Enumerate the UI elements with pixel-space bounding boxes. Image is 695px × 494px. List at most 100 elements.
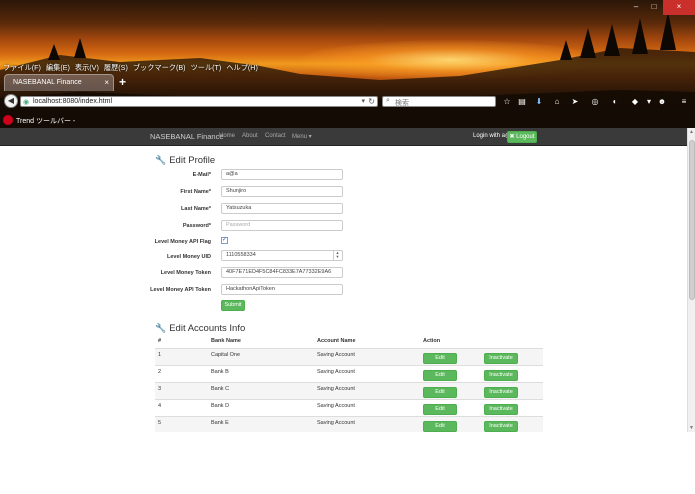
menu-history[interactable]: 履歴(S) [104,62,128,73]
menu-bookmarks[interactable]: ブックマーク(B) [133,62,186,73]
search-bar[interactable]: ⌕ 検索 [382,96,496,107]
uid-stepper[interactable]: ▲ ▼ [333,251,341,260]
url-text: localhost:8080/index.html [33,98,112,105]
close-window-button[interactable]: × [663,0,695,15]
api-token-field[interactable]: HackathonApiToken [221,284,343,295]
account-name: Saving Account [317,352,355,358]
profile-icon[interactable]: ☻ [657,97,667,107]
first-name-label: First Name* [180,189,211,195]
nav-menu-dropdown[interactable]: Menu ▾ [292,133,312,140]
row-number: 3 [158,386,162,392]
col-header-bank: Bank Name [211,338,241,344]
edit-button[interactable]: Edit [423,421,457,432]
sync-icon[interactable]: ◐ [610,97,620,107]
tab-title: NASEBANAL Finance [13,79,82,86]
trend-toolbar-label[interactable]: Trend ツールバー - [16,116,75,126]
address-bar[interactable]: ◉ localhost:8080/index.html ▾ ↻ [20,96,378,107]
edit-button[interactable]: Edit [423,353,457,364]
uid-field[interactable]: 1110558334 [221,250,343,261]
row-number: 2 [158,369,162,375]
web-page: NASEBANAL Finance Home About Contact Men… [0,128,687,432]
send-icon[interactable]: ➤ [570,97,580,107]
api-flag-checkbox[interactable]: ✓ [221,237,228,244]
edit-button[interactable]: Edit [423,404,457,415]
trend-toolbar: Trend ツールバー - [0,113,695,127]
scroll-thumb[interactable] [689,140,695,300]
email-label: E-Mail* [192,172,211,178]
maximize-button[interactable]: □ [645,0,663,15]
browser-tab[interactable]: NASEBANAL Finance × [4,74,114,91]
home-icon[interactable]: ⌂ [552,97,562,107]
inactivate-button[interactable]: Inactivate [484,421,518,432]
brand-link[interactable]: NASEBANAL Finance [150,132,224,141]
api-flag-label: Level Money API Flag [154,239,211,245]
edit-accounts-heading: Edit Accounts Info [169,323,246,334]
account-name: Saving Account [317,369,355,375]
edit-button[interactable]: Edit [423,370,457,381]
account-name: Saving Account [317,420,355,426]
page-scrollbar[interactable]: ▲ ▼ [687,128,695,432]
password-label: Password* [182,223,211,229]
new-tab-button[interactable]: + [119,75,126,89]
tab-close-icon[interactable]: × [104,78,109,87]
email-field[interactable]: a@a [221,169,343,180]
search-icon: ⌕ [386,97,390,104]
nav-home[interactable]: Home [219,133,235,139]
api-token-label: Level Money API Token [150,287,211,293]
extension-dropdown-icon[interactable]: ▾ [644,97,654,107]
last-name-field[interactable]: Yatsuzuka [221,203,343,214]
clipboard-icon[interactable]: ▤ [517,97,527,107]
token-field[interactable]: 40F7E71ED4F5C84FC833E7A77332E9A6 [221,267,343,278]
reload-icon[interactable]: ↻ [368,97,375,106]
bank-name: Bank E [211,420,229,426]
back-arrow-icon[interactable]: ◀ [4,94,18,108]
table-row: 1 Capital One Saving Account Edit Inacti… [155,348,543,365]
uid-label: Level Money UID [166,254,211,260]
row-number: 4 [158,403,162,409]
trend-logo-icon [3,115,13,125]
nav-about[interactable]: About [242,133,258,139]
scroll-up-arrow-icon[interactable]: ▲ [689,129,694,135]
bank-name: Bank D [211,403,230,409]
submit-button[interactable]: Submit [221,300,245,311]
menu-view[interactable]: 表示(V) [75,62,99,73]
bank-name: Bank B [211,369,229,375]
url-dropdown-icon[interactable]: ▾ [361,97,365,105]
edit-button[interactable]: Edit [423,387,457,398]
first-name-field[interactable]: Shunjiro [221,186,343,197]
menu-help[interactable]: ヘルプ(H) [226,62,258,73]
extension-icon[interactable]: ◆ [630,97,640,107]
inactivate-button[interactable]: Inactivate [484,387,518,398]
edit-accounts-title: 🔧 Edit Accounts Info [155,323,245,334]
edit-profile-title: 🔧 Edit Profile [155,155,215,166]
account-name: Saving Account [317,386,355,392]
nav-contact[interactable]: Contact [265,133,286,139]
col-header-number: # [158,338,162,344]
col-header-action: Action [423,338,441,344]
table-row: 5 Bank E Saving Account Edit Inactivate [155,416,543,432]
inactivate-button[interactable]: Inactivate [484,370,518,381]
bookmark-star-icon[interactable]: ☆ [502,97,512,107]
password-field[interactable]: Password [221,220,343,231]
col-header-account: Account Name [317,338,356,344]
logout-button[interactable]: ✖ Logout [507,131,537,143]
menu-tools[interactable]: ツール(T) [191,62,222,73]
app-navbar: NASEBANAL Finance Home About Contact Men… [0,128,687,146]
download-icon[interactable]: ⬇ [534,97,544,107]
inactivate-button[interactable]: Inactivate [484,353,518,364]
menu-edit[interactable]: 編集(E) [46,62,70,73]
table-row: 4 Bank D Saving Account Edit Inactivate [155,399,543,416]
token-label: Level Money Token [160,270,211,276]
minimize-button[interactable]: – [627,0,645,15]
menu-bar: ファイル(F) 編集(E) 表示(V) 履歴(S) ブックマーク(B) ツール(… [0,62,258,73]
addon-circle-icon[interactable]: ◎ [590,97,600,107]
menu-file[interactable]: ファイル(F) [3,62,41,73]
wrench-icon: 🔧 [155,323,167,333]
edit-profile-heading: Edit Profile [169,155,216,166]
hamburger-menu-icon[interactable]: ≡ [679,97,689,107]
scroll-down-arrow-icon[interactable]: ▼ [689,425,694,431]
bank-name: Capital One [211,352,241,358]
table-row: 3 Bank C Saving Account Edit Inactivate [155,382,543,399]
inactivate-button[interactable]: Inactivate [484,404,518,415]
bank-name: Bank C [211,386,230,392]
